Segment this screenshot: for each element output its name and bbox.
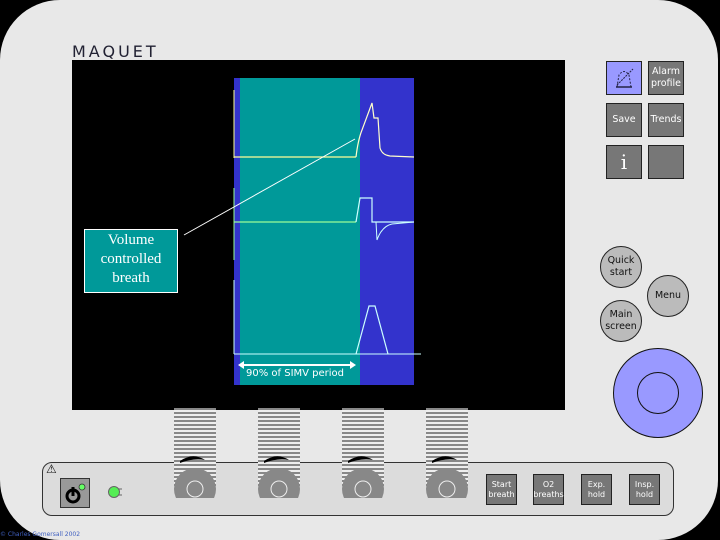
o2-breaths-button[interactable]: O2 breaths <box>533 474 564 505</box>
rotary-knob-1[interactable] <box>173 454 217 498</box>
maquet-logo: MAQUET <box>72 42 159 61</box>
rotary-knob-2[interactable] <box>257 454 301 498</box>
alarm-silence-button[interactable] <box>606 61 642 95</box>
simv-period-label: 90% of SIMV period <box>246 368 345 379</box>
exp-hold-button[interactable]: Exp. hold <box>581 474 612 505</box>
quick-start-button[interactable]: Quick start <box>600 246 642 288</box>
callout-line-1: Volume <box>107 232 155 248</box>
main-rotary-dial-center <box>637 372 679 414</box>
start-breath-button[interactable]: Start breath <box>486 474 517 505</box>
insp-hold-button[interactable]: Insp. hold <box>629 474 660 505</box>
callout-line-3: breath <box>112 270 150 286</box>
menu-button[interactable]: Menu <box>647 275 689 317</box>
alarm-profile-button[interactable]: Alarm profile <box>648 61 684 95</box>
copyright-text: © Charles Gomersall 2002 <box>0 531 81 538</box>
main-screen-button[interactable]: Main screen <box>600 300 642 342</box>
main-rotary-dial[interactable] <box>613 348 703 438</box>
blank-button[interactable] <box>648 145 684 179</box>
volume-controlled-callout: Volume controlled breath <box>84 229 178 293</box>
mains-led-icon <box>108 486 122 498</box>
power-button[interactable] <box>60 478 90 508</box>
callout-line-2: controlled <box>100 251 162 267</box>
bell-crossed-icon <box>616 68 634 88</box>
simv-teal-zone <box>240 78 360 385</box>
trends-button[interactable]: Trends <box>648 103 684 137</box>
rotary-knob-3[interactable] <box>341 454 385 498</box>
rotary-knob-4[interactable] <box>425 454 469 498</box>
power-icon <box>65 483 86 504</box>
info-button[interactable]: i <box>606 145 642 179</box>
warning-icon: ⚠ <box>46 462 57 476</box>
save-button[interactable]: Save <box>606 103 642 137</box>
